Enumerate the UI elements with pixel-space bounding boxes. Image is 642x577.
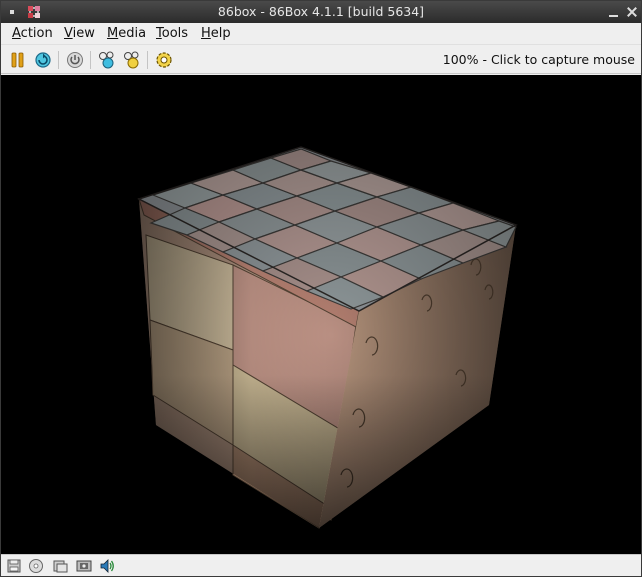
menu-help-label: elp: [210, 26, 231, 41]
menu-action-label: ction: [20, 26, 53, 41]
menu-action-mnemonic: A: [12, 26, 21, 41]
rendered-3d-cube: [1, 75, 641, 554]
emulator-display[interactable]: [1, 75, 641, 554]
toolbar-separator: [147, 51, 148, 69]
sound-icon[interactable]: [99, 558, 115, 574]
menu-action[interactable]: Action: [12, 26, 53, 41]
cdrom-drive-icon[interactable]: [28, 558, 44, 574]
menu-media-mnemonic: M: [107, 26, 119, 41]
menu-tools[interactable]: Tools: [156, 26, 188, 41]
ctrl-alt-esc-icon[interactable]: [122, 50, 142, 70]
menu-view-mnemonic: V: [64, 26, 73, 41]
capture-status-text[interactable]: 100% - Click to capture mouse: [443, 52, 635, 67]
hard-disk-icon[interactable]: [52, 558, 68, 574]
toolbar: 100% - Click to capture mouse: [1, 44, 641, 74]
app-window: 86box - 86Box 4.1.1 [build 5634] Action …: [0, 0, 642, 577]
menu-media-label: edia: [118, 26, 147, 41]
menu-view-label: iew: [72, 26, 95, 41]
menu-bar: Action View Media Tools Help: [1, 23, 641, 44]
status-bar: [1, 554, 641, 576]
reset-icon[interactable]: [33, 50, 53, 70]
toolbar-separator: [90, 51, 91, 69]
menu-tools-label: ools: [161, 26, 189, 41]
pause-icon[interactable]: [8, 50, 28, 70]
menu-help-mnemonic: H: [201, 26, 211, 41]
window-title: 86box - 86Box 4.1.1 [build 5634]: [217, 4, 425, 19]
close-icon[interactable]: [625, 5, 639, 19]
title-bar[interactable]: 86box - 86Box 4.1.1 [build 5634]: [1, 1, 641, 23]
floppy-drive-icon[interactable]: [6, 558, 22, 574]
network-icon[interactable]: [76, 558, 92, 574]
toolbar-separator: [58, 51, 59, 69]
menu-help[interactable]: Help: [201, 26, 231, 41]
ctrl-alt-del-icon[interactable]: [97, 50, 117, 70]
settings-icon[interactable]: [154, 50, 174, 70]
minimize-icon[interactable]: [607, 5, 621, 19]
menu-view[interactable]: View: [64, 26, 95, 41]
menu-media[interactable]: Media: [107, 26, 146, 41]
power-icon[interactable]: [65, 50, 85, 70]
